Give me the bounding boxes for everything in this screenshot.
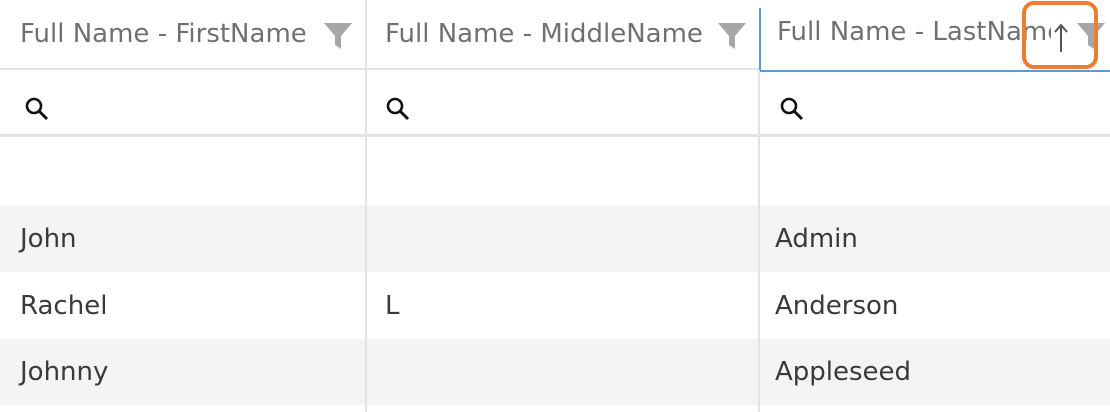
cell-firstname[interactable]: Rachel bbox=[0, 272, 365, 339]
filter-cell-middlename[interactable] bbox=[365, 70, 759, 134]
table-row[interactable]: Rachel L Anderson bbox=[0, 272, 1110, 339]
cell-middlename[interactable] bbox=[365, 339, 759, 405]
cell-text: Appleseed bbox=[775, 357, 912, 387]
cell-lastname[interactable]: Admin bbox=[759, 205, 1110, 272]
search-icon[interactable] bbox=[24, 96, 50, 122]
cell-text: Anderson bbox=[775, 290, 899, 321]
column-header-firstname[interactable]: Full Name - FirstName bbox=[0, 0, 365, 68]
column-header-label: Full Name - LastName bbox=[777, 17, 1051, 47]
cell-lastname[interactable]: Appleseed bbox=[759, 339, 1110, 405]
filter-funnel-icon[interactable] bbox=[323, 22, 353, 50]
filter-row bbox=[0, 70, 1110, 137]
cell-text: John bbox=[20, 223, 77, 254]
cell-text: Rachel bbox=[20, 290, 108, 321]
cell-middlename[interactable] bbox=[365, 137, 759, 205]
search-icon[interactable] bbox=[385, 96, 411, 122]
cell-firstname[interactable]: John bbox=[0, 205, 365, 272]
filter-cell-lastname[interactable] bbox=[759, 70, 1110, 134]
filter-cell-firstname[interactable] bbox=[0, 70, 365, 134]
filter-funnel-icon[interactable] bbox=[717, 22, 747, 50]
cell-firstname[interactable] bbox=[0, 137, 365, 205]
data-grid: Full Name - FirstName Full Name - Middle… bbox=[0, 0, 1110, 412]
column-divider bbox=[758, 70, 760, 412]
column-header-lastname-label-wrap: Full Name - LastName bbox=[761, 0, 1051, 64]
cell-firstname[interactable]: Johnny bbox=[0, 339, 365, 405]
column-divider bbox=[365, 0, 367, 412]
search-icon[interactable] bbox=[779, 96, 805, 122]
table-row[interactable]: Johnny Appleseed bbox=[0, 339, 1110, 405]
cell-lastname[interactable]: Anderson bbox=[759, 272, 1110, 339]
cell-lastname[interactable] bbox=[759, 137, 1110, 205]
cell-text: Johnny bbox=[20, 357, 109, 387]
column-header-label: Full Name - MiddleName bbox=[385, 19, 703, 49]
sort-highlight-box bbox=[1022, 1, 1098, 69]
table-row[interactable] bbox=[0, 137, 1110, 205]
cell-middlename[interactable] bbox=[365, 205, 759, 272]
cell-middlename[interactable]: L bbox=[365, 272, 759, 339]
column-header-middlename[interactable]: Full Name - MiddleName bbox=[365, 0, 759, 68]
cell-text: Admin bbox=[775, 223, 858, 254]
column-header-label: Full Name - FirstName bbox=[20, 19, 307, 49]
cell-text: L bbox=[385, 290, 400, 321]
table-row[interactable]: John Admin bbox=[0, 205, 1110, 272]
